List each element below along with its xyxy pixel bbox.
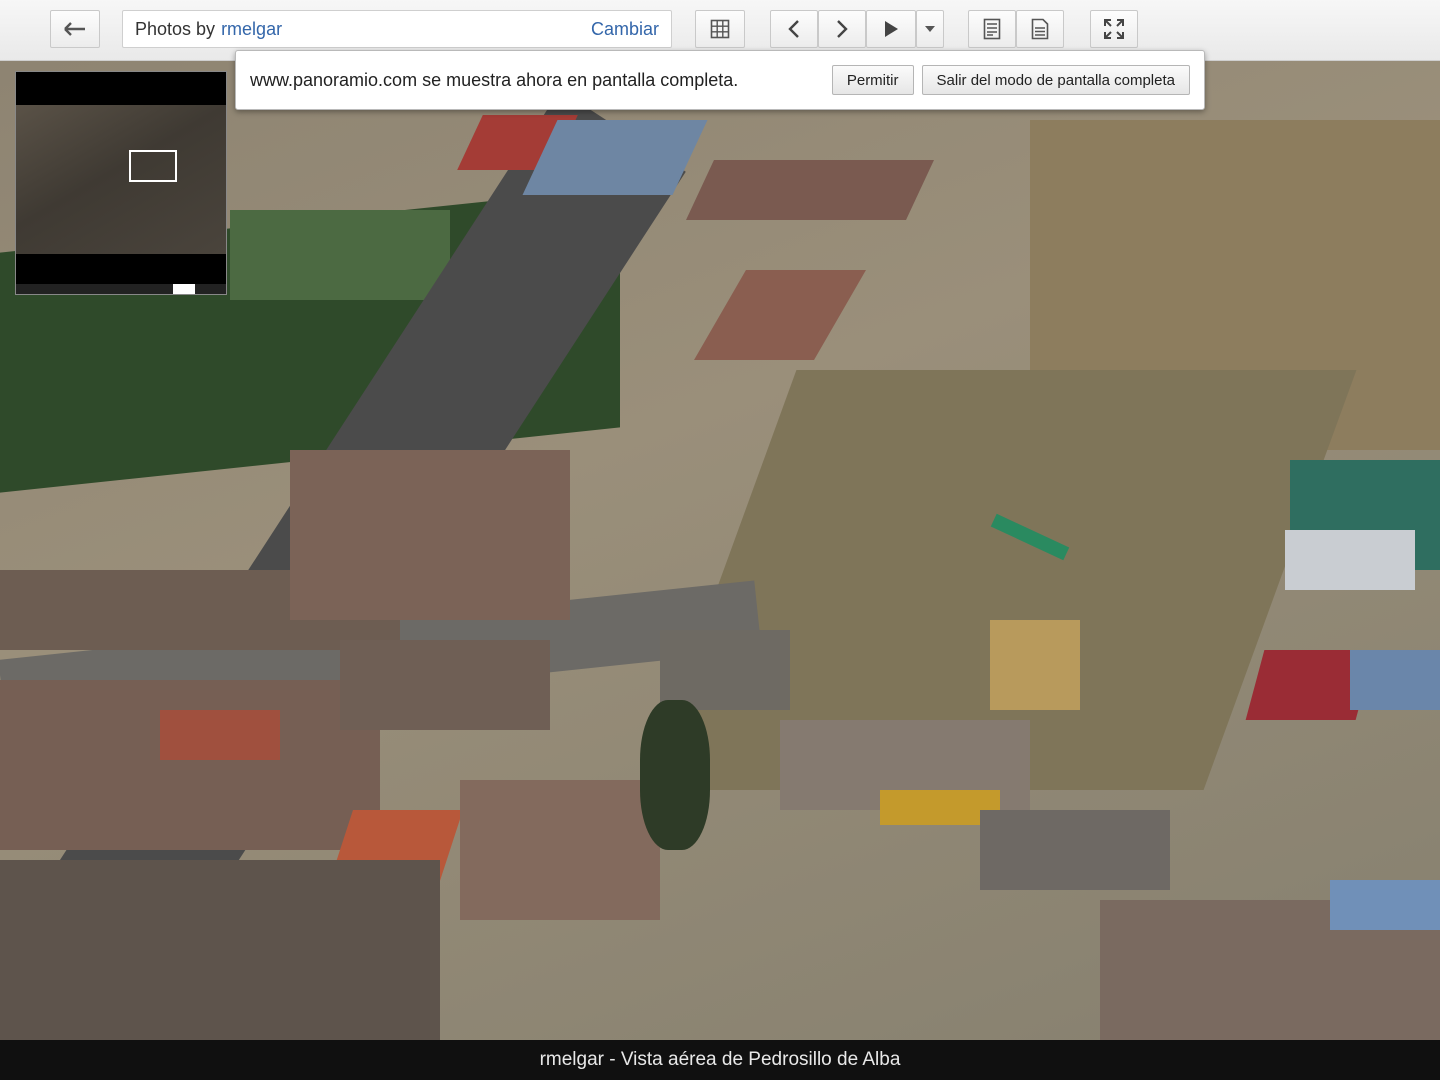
- photo-roof-blue: [1350, 650, 1440, 710]
- minimap-image: [16, 105, 226, 254]
- breadcrumb-user-link[interactable]: rmelgar: [221, 19, 282, 40]
- previous-photo-button[interactable]: [770, 10, 818, 48]
- photo-houses: [0, 680, 380, 850]
- photo-tree: [640, 700, 710, 850]
- fullscreen-icon: [1103, 18, 1125, 40]
- chevron-right-icon: [835, 19, 849, 39]
- play-icon: [883, 20, 899, 38]
- photo-roof-blue: [1330, 880, 1440, 930]
- photo-roof-red: [160, 710, 280, 760]
- exit-fullscreen-button[interactable]: Salir del modo de pantalla completa: [921, 65, 1190, 95]
- photo-houses: [0, 860, 440, 1040]
- photo-houses: [340, 640, 550, 730]
- breadcrumb-prefix: Photos by: [135, 18, 216, 39]
- photo-caption: rmelgar - Vista aérea de Pedrosillo de A…: [0, 1040, 1440, 1080]
- photo-houses: [660, 630, 790, 710]
- minimap-viewport-frame[interactable]: [129, 150, 177, 182]
- photo-wall-white: [1285, 530, 1415, 590]
- photo-hay: [990, 620, 1080, 710]
- fullscreen-notice: www.panoramio.com se muestra ahora en pa…: [235, 50, 1205, 110]
- grid-view-button[interactable]: [695, 10, 745, 48]
- fullscreen-notice-message: www.panoramio.com se muestra ahora en pa…: [250, 69, 739, 90]
- next-photo-button[interactable]: [818, 10, 866, 48]
- fullscreen-button[interactable]: [1090, 10, 1138, 48]
- photo-houses: [980, 810, 1170, 890]
- photo-caption-text: rmelgar - Vista aérea de Pedrosillo de A…: [539, 1049, 901, 1070]
- overview-minimap[interactable]: [15, 71, 227, 295]
- photo-field-light: [230, 210, 450, 300]
- change-link[interactable]: Cambiar: [591, 19, 659, 40]
- page-icon: [1031, 18, 1049, 40]
- back-arrow-icon: [63, 21, 87, 37]
- back-button[interactable]: [50, 10, 100, 48]
- slideshow-play-button[interactable]: [866, 10, 916, 48]
- chevron-down-icon: [924, 25, 936, 33]
- photo-houses: [460, 780, 660, 920]
- grid-icon: [710, 19, 730, 39]
- breadcrumb: Photos by rmelgar Cambiar: [122, 10, 672, 48]
- info-panel-button[interactable]: [968, 10, 1016, 48]
- chevron-left-icon: [787, 19, 801, 39]
- info-panel-icon: [983, 18, 1001, 40]
- allow-button[interactable]: Permitir: [831, 65, 914, 95]
- photo-roof: [694, 270, 866, 360]
- minimap-zoom-handle[interactable]: [173, 284, 195, 294]
- slideshow-options-dropdown[interactable]: [916, 10, 944, 48]
- photo-roof: [686, 160, 934, 220]
- photo-houses: [290, 450, 570, 620]
- page-view-button[interactable]: [1016, 10, 1064, 48]
